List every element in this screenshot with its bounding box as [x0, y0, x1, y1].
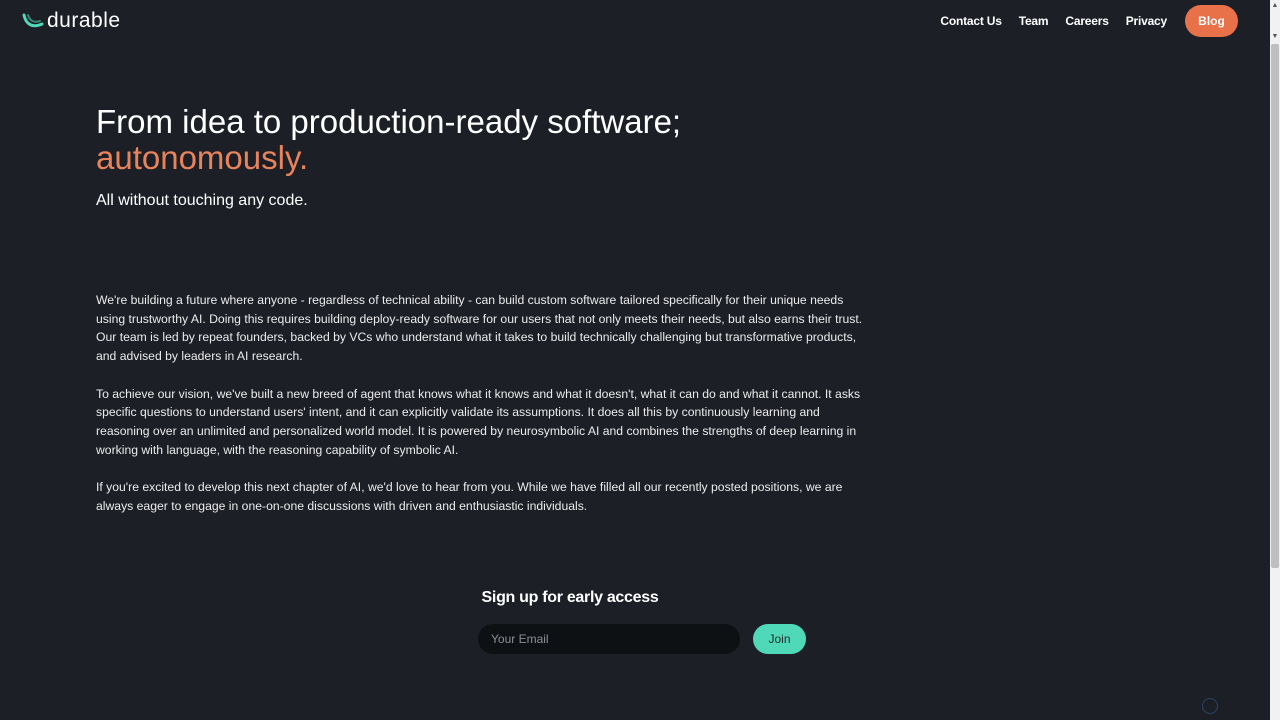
email-field[interactable]: [478, 624, 740, 654]
top-nav: durable Contact Us Team Careers Privacy …: [0, 0, 1270, 44]
scroll-down-arrow-icon[interactable]: ▼: [1271, 32, 1279, 42]
hero-title: From idea to production-ready software; …: [96, 104, 681, 176]
nav-team[interactable]: Team: [1019, 5, 1049, 37]
paragraph: We're building a future where anyone - r…: [96, 293, 863, 364]
blog-button[interactable]: Blog: [1185, 5, 1238, 37]
hero-title-accent: autonomously.: [96, 139, 309, 176]
recaptcha-badge-icon: [1202, 698, 1218, 714]
hero-subtitle: All without touching any code.: [96, 192, 308, 209]
paragraph: To achieve our vision, we've built a new…: [96, 386, 861, 457]
signup-title: Sign up for early access: [481, 589, 659, 606]
scrollbar[interactable]: ▲ ▼: [1270, 0, 1280, 720]
paragraph: If you're excited to develop this next c…: [96, 480, 843, 513]
signup-section: Sign up for early access: [0, 589, 1140, 607]
hero-title-main: From idea to production-ready software;: [96, 103, 682, 140]
nav-careers[interactable]: Careers: [1065, 5, 1109, 37]
scroll-up-arrow-icon[interactable]: ▲: [1271, 1, 1279, 11]
brand-name: durable: [47, 9, 121, 32]
logo[interactable]: durable: [22, 9, 121, 33]
join-button[interactable]: Join: [753, 624, 806, 654]
swoosh-icon: [22, 13, 44, 28]
nav-privacy[interactable]: Privacy: [1126, 5, 1168, 37]
mission-text: We're building a future where anyone - r…: [96, 291, 866, 534]
nav-contact-us[interactable]: Contact Us: [940, 5, 1002, 37]
scrollbar-thumb[interactable]: [1271, 44, 1279, 568]
nav-links: Contact Us Team Careers Privacy Blog: [923, 5, 1238, 37]
